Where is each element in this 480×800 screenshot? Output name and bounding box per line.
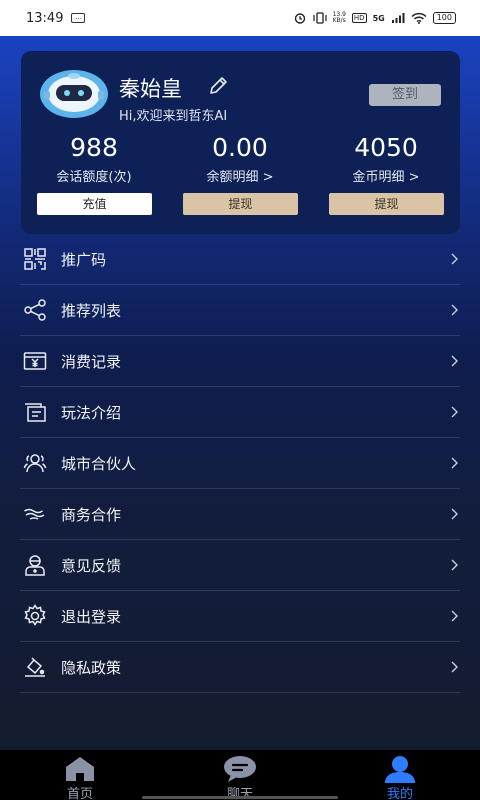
menu-item-referral-list[interactable]: 推荐列表 xyxy=(20,285,460,336)
menu-list: 推广码 推荐列表 消费记录 玩法介绍 城市合伙人 商务合作 意见反馈 退出登录 … xyxy=(20,234,460,693)
wifi-icon xyxy=(411,12,427,24)
settings-gear-icon xyxy=(22,603,48,629)
chevron-right-icon xyxy=(451,559,458,571)
vibrate-icon xyxy=(312,12,327,24)
chat-icon xyxy=(224,756,256,782)
menu-item-promo-code[interactable]: 推广码 xyxy=(20,234,460,285)
home-icon xyxy=(66,757,94,781)
menu-item-logout[interactable]: 退出登录 xyxy=(20,591,460,642)
bottom-navigation: 首页 聊天 我的 xyxy=(0,750,480,800)
tab-home-label: 首页 xyxy=(66,787,93,800)
menu-label-referral-list: 推荐列表 xyxy=(61,301,122,320)
alarm-icon xyxy=(294,13,305,24)
handshake-icon xyxy=(22,501,48,527)
sign-in-button[interactable]: 签到 xyxy=(369,84,441,106)
chevron-right-icon xyxy=(451,406,458,418)
chevron-right-icon xyxy=(451,508,458,520)
share-icon xyxy=(22,297,48,323)
menu-item-spending-records[interactable]: 消费记录 xyxy=(20,336,460,387)
profile-card: 秦始皇 Hi,欢迎来到哲东AI 签到 988 会话额度(次) 0.00 余额明细… xyxy=(21,51,460,234)
user-name: 秦始皇 xyxy=(119,77,182,101)
yen-ticket-icon xyxy=(22,348,48,374)
quota-stat: 988 会话额度(次) xyxy=(21,131,167,185)
partners-icon xyxy=(22,450,48,476)
menu-label-city-partner: 城市合伙人 xyxy=(61,454,137,473)
privacy-icon xyxy=(22,654,48,680)
net-speed: 13.9 KB/s xyxy=(332,11,346,24)
status-icons: 13.9 KB/s HD 5G 100 xyxy=(293,12,456,24)
balance-stat[interactable]: 0.00 余额明细 > xyxy=(167,131,313,185)
menu-label-promo-code: 推广码 xyxy=(61,250,107,269)
signal-5g: 5G xyxy=(372,13,385,23)
menu-label-logout: 退出登录 xyxy=(61,607,122,626)
menu-item-business-cooperation[interactable]: 商务合作 xyxy=(20,489,460,540)
menu-label-how-to-play: 玩法介绍 xyxy=(61,403,122,422)
message-notification-icon: … xyxy=(71,13,86,23)
robot-avatar[interactable] xyxy=(39,69,109,119)
chevron-right-icon xyxy=(451,610,458,622)
chevron-right-icon xyxy=(451,355,458,367)
user-icon xyxy=(385,756,415,783)
menu-label-spending-records: 消费记录 xyxy=(61,352,122,371)
tab-chat[interactable]: 聊天 xyxy=(160,750,320,800)
chevron-right-icon xyxy=(451,304,458,316)
tab-mine[interactable]: 我的 xyxy=(320,750,480,800)
menu-item-feedback[interactable]: 意见反馈 xyxy=(20,540,460,591)
chevron-right-icon xyxy=(451,457,458,469)
balance-detail-link[interactable]: 余额明细 > xyxy=(167,166,313,185)
edit-name-icon[interactable] xyxy=(207,75,229,97)
menu-label-business-cooperation: 商务合作 xyxy=(61,505,122,524)
hd-badge: HD xyxy=(351,13,367,23)
recharge-button[interactable]: 充值 xyxy=(37,193,152,215)
tab-home[interactable]: 首页 xyxy=(0,750,160,800)
status-time: 13:49 xyxy=(26,10,64,26)
menu-item-privacy-policy[interactable]: 隐私政策 xyxy=(20,642,460,693)
battery-indicator: 100 xyxy=(432,12,456,24)
withdraw-balance-button[interactable]: 提现 xyxy=(183,193,298,215)
document-icon xyxy=(22,399,48,425)
quota-label: 会话额度(次) xyxy=(56,170,132,185)
feedback-icon xyxy=(22,552,48,578)
menu-label-feedback: 意见反馈 xyxy=(61,556,122,575)
menu-item-how-to-play[interactable]: 玩法介绍 xyxy=(20,387,460,438)
balance-value: 0.00 xyxy=(212,133,268,162)
withdraw-coins-button[interactable]: 提现 xyxy=(329,193,444,215)
status-bar: 13:49 … 13.9 KB/s HD 5G 100 xyxy=(0,0,480,36)
menu-label-privacy-policy: 隐私政策 xyxy=(61,658,122,677)
coins-stat[interactable]: 4050 金币明细 > xyxy=(313,131,459,185)
quota-value: 988 xyxy=(70,133,118,162)
system-home-indicator[interactable] xyxy=(142,796,338,799)
chevron-right-icon xyxy=(451,661,458,673)
qr-code-icon xyxy=(22,246,48,272)
coins-value: 4050 xyxy=(354,133,418,162)
tab-mine-label: 我的 xyxy=(386,787,413,800)
coins-detail-link[interactable]: 金币明细 > xyxy=(313,166,459,185)
welcome-text: Hi,欢迎来到哲东AI xyxy=(119,109,228,124)
menu-item-city-partner[interactable]: 城市合伙人 xyxy=(20,438,460,489)
chevron-right-icon xyxy=(451,253,458,265)
signal-bars-icon xyxy=(391,13,405,23)
